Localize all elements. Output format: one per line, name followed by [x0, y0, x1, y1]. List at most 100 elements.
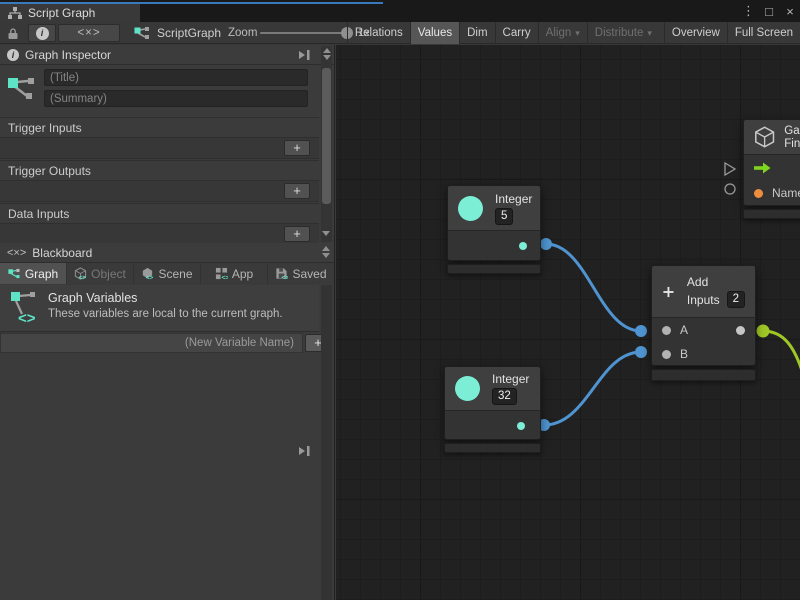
blackboard-title: Blackboard: [32, 246, 92, 260]
wire-int1-to-a[interactable]: [546, 244, 641, 331]
tab-saved[interactable]: <> Saved: [268, 263, 334, 284]
tab-graph[interactable]: Graph: [0, 263, 66, 284]
graph-toolbar: i <×> ScriptGraph Zoom 1x Relations Valu…: [0, 22, 800, 44]
graph-variables-description: These variables are local to the current…: [48, 308, 283, 320]
wire-add-output[interactable]: [763, 331, 800, 377]
input-port-a[interactable]: [662, 326, 671, 335]
dim-button[interactable]: Dim: [459, 22, 494, 44]
trigger-outputs-header: Trigger Outputs: [0, 160, 319, 181]
close-icon[interactable]: ×: [784, 4, 796, 19]
distribute-button[interactable]: Distribute ▾: [587, 22, 659, 44]
chevron-down-icon: ▾: [575, 28, 580, 39]
wire-endpoint: [635, 346, 647, 358]
lock-button[interactable]: [0, 22, 26, 44]
output-port[interactable]: [736, 326, 745, 335]
integer-value-field[interactable]: 5: [495, 208, 513, 225]
graph-title-block: [0, 65, 320, 115]
blackboard-toggle-button[interactable]: <×>: [58, 24, 120, 42]
flow-input-port[interactable]: [754, 162, 771, 174]
align-button[interactable]: Align ▾: [538, 22, 587, 44]
node-title: Integer: [492, 372, 529, 386]
scroll-down-icon[interactable]: [322, 231, 330, 236]
node-add[interactable]: Add Inputs 2 A: [651, 265, 756, 381]
variables-icon: <×>: [7, 247, 26, 259]
wire-endpoint: [635, 325, 647, 337]
blackboard-header: <×> Blackboard: [0, 243, 334, 263]
relations-button[interactable]: Relations: [347, 22, 410, 44]
output-port[interactable]: [519, 242, 527, 250]
node-gameobject-find[interactable]: Game Object Find Na: [743, 119, 800, 219]
graph-title-input[interactable]: [44, 69, 308, 86]
breadcrumb[interactable]: ScriptGraph: [134, 22, 221, 44]
fullscreen-button[interactable]: Full Screen: [727, 22, 800, 44]
carry-button[interactable]: Carry: [495, 22, 538, 44]
input-port-b[interactable]: [662, 350, 671, 359]
tab-well: Script Graph: [0, 0, 383, 22]
wire-int2-to-b[interactable]: [544, 352, 641, 425]
blackboard-scroll-arrows[interactable]: [320, 244, 331, 262]
breadcrumb-label: ScriptGraph: [157, 26, 221, 40]
scrollbar-thumb[interactable]: [322, 68, 331, 204]
gameobject-cube-icon: [754, 124, 775, 150]
script-graph-icon: [8, 7, 22, 19]
node-title: Add: [687, 275, 745, 289]
inspector-scrollbar[interactable]: [321, 46, 332, 242]
saved-variables-icon: <>: [275, 267, 288, 280]
node-footer: [444, 443, 541, 453]
variables-icon: <×>: [77, 27, 100, 39]
app-variables-icon: <>: [215, 267, 228, 280]
tab-script-graph[interactable]: Script Graph: [0, 4, 140, 22]
graph-icon: [7, 73, 37, 103]
new-variable-row: +: [0, 332, 334, 354]
graph-summary-input[interactable]: [44, 90, 308, 107]
output-port[interactable]: [517, 422, 525, 430]
integer-value-field[interactable]: 32: [492, 388, 517, 405]
add-trigger-output-button[interactable]: +: [284, 183, 310, 199]
kebab-menu-icon[interactable]: ⋮: [742, 3, 754, 19]
new-variable-input[interactable]: [0, 333, 303, 353]
object-variables-icon: <>: [74, 267, 87, 280]
svg-text:<>: <>: [221, 275, 228, 280]
data-inputs-row: +: [0, 224, 319, 245]
inputs-count-field[interactable]: 2: [727, 291, 745, 308]
dock-icon[interactable]: [298, 49, 312, 61]
dock-icon[interactable]: [298, 445, 312, 457]
scroll-down-icon[interactable]: [323, 55, 331, 60]
tab-title: Script Graph: [28, 6, 95, 20]
node-title: Integer: [495, 192, 532, 206]
scroll-down-icon[interactable]: [322, 253, 330, 258]
flow-port-indicator-icon: [725, 163, 735, 175]
add-data-input-button[interactable]: +: [284, 226, 310, 242]
node-integer-32[interactable]: Integer 32: [444, 366, 541, 453]
inspector-toggle-button[interactable]: i: [28, 24, 56, 42]
scroll-up-icon[interactable]: [322, 246, 330, 251]
values-button[interactable]: Values: [410, 22, 459, 44]
svg-text:<>: <>: [79, 275, 87, 280]
scroll-up-icon[interactable]: [323, 48, 331, 53]
node-footer: [743, 209, 800, 219]
name-input-port[interactable]: [754, 189, 763, 198]
chevron-down-icon: ▾: [647, 28, 652, 39]
scene-variables-icon: <>: [141, 267, 154, 280]
lock-icon: [7, 27, 19, 40]
trigger-inputs-header: Trigger Inputs: [0, 117, 319, 138]
tab-app[interactable]: <> App: [201, 263, 267, 284]
blackboard-scrollbar[interactable]: [321, 285, 332, 600]
port-label: Name: [772, 186, 800, 200]
overview-button[interactable]: Overview: [664, 22, 727, 44]
node-subtitle: Game Object: [784, 125, 800, 137]
tab-object[interactable]: <> Object: [67, 263, 133, 284]
graph-canvas[interactable]: Integer 5: [336, 45, 800, 600]
integer-icon: [455, 376, 480, 401]
graph-inspector-title: Graph Inspector: [25, 48, 111, 62]
node-integer-5[interactable]: Integer 5: [447, 185, 541, 274]
zoom-label: Zoom: [228, 22, 257, 44]
data-inputs-header: Data Inputs: [0, 203, 319, 224]
add-trigger-input-button[interactable]: +: [284, 140, 310, 156]
zoom-slider-track[interactable]: [260, 32, 350, 34]
node-footer: [651, 369, 756, 381]
maximize-icon[interactable]: □: [763, 4, 775, 19]
tab-scene[interactable]: <> Scene: [134, 263, 200, 284]
graph-variables-icon: [8, 268, 21, 279]
svg-text:<>: <>: [282, 275, 289, 280]
